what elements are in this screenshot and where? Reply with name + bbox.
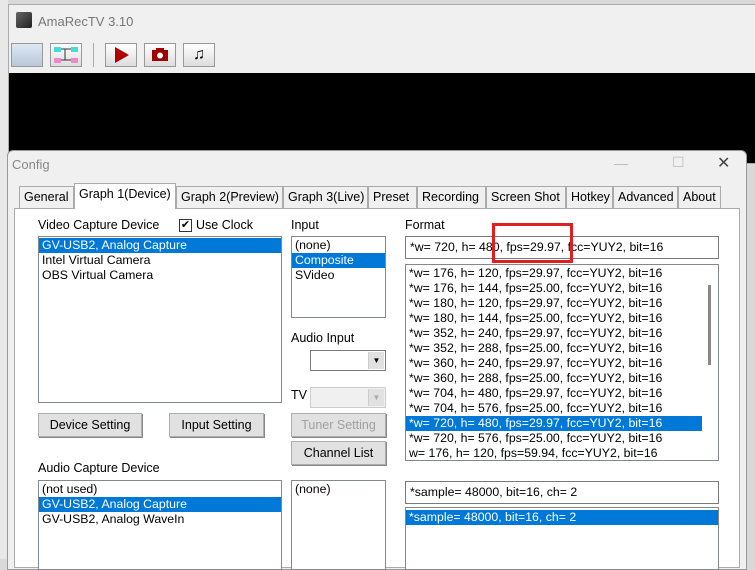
tab-hotkey[interactable]: Hotkey <box>566 186 613 208</box>
scrollbar-thumb[interactable] <box>708 285 711 365</box>
toolbar-separator <box>93 43 94 67</box>
config-window-button[interactable] <box>11 43 43 67</box>
play-button[interactable] <box>105 43 137 67</box>
tab-recording[interactable]: Recording <box>417 186 486 208</box>
audio-input-select[interactable]: ▼ <box>310 350 386 371</box>
format-list[interactable]: *w= 176, h= 120, fps=29.97, fcc=YUY2, bi… <box>405 264 719 461</box>
use-clock-checkbox[interactable]: ✔ <box>179 219 192 232</box>
tv-select[interactable]: ▼ <box>310 387 386 408</box>
audio-capture-label: Audio Capture Device <box>38 461 160 475</box>
channel-list-button[interactable]: Channel List <box>291 441 386 465</box>
format-item[interactable]: *w= 720, h= 576, fps=25.00, fcc=YUY2, bi… <box>406 431 702 446</box>
list-item[interactable]: *sample= 48000, bit=16, ch= 2 <box>406 510 718 525</box>
format-item[interactable]: *w= 176, h= 144, fps=25.00, fcc=YUY2, bi… <box>406 281 702 296</box>
window-title: AmaRecTV 3.10 <box>38 14 134 29</box>
list-item[interactable]: OBS Virtual Camera <box>39 268 281 283</box>
format-label: Format <box>405 218 445 232</box>
video-device-list[interactable]: GV-USB2, Analog Capture Intel Virtual Ca… <box>38 236 282 403</box>
input-setting-button[interactable]: Input Setting <box>169 413 264 437</box>
list-item[interactable]: GV-USB2, Analog WaveIn <box>39 512 281 527</box>
screenshot-button[interactable] <box>144 43 176 67</box>
graph-editor-button[interactable] <box>50 43 82 67</box>
audio-device-list[interactable]: (not used) GV-USB2, Analog Capture GV-US… <box>38 480 282 570</box>
format-item[interactable]: *w= 720, h= 480, fps=29.97, fcc=YUY2, bi… <box>406 416 702 431</box>
config-title: Config <box>12 157 50 172</box>
format-item[interactable]: *w= 180, h= 144, fps=25.00, fcc=YUY2, bi… <box>406 311 702 326</box>
music-note-icon: ♫ <box>193 46 205 63</box>
device-setting-button[interactable]: Device Setting <box>38 413 142 437</box>
tab-graph2-preview[interactable]: Graph 2(Preview) <box>176 186 283 208</box>
highlight-box <box>492 223 573 263</box>
audio-format-list[interactable]: *sample= 48000, bit=16, ch= 2 <box>405 507 719 570</box>
maximize-button[interactable]: ☐ <box>672 154 685 171</box>
list-item[interactable]: GV-USB2, Analog Capture <box>39 497 281 512</box>
audio-format-field[interactable]: *sample= 48000, bit=16, ch= 2 <box>405 481 719 504</box>
tab-screen-shot[interactable]: Screen Shot <box>486 186 566 208</box>
play-icon <box>115 47 129 63</box>
close-button[interactable]: ✕ <box>717 153 730 173</box>
camera-icon <box>152 48 168 61</box>
chevron-down-icon: ▼ <box>368 352 384 369</box>
format-item[interactable]: *w= 360, h= 288, fps=25.00, fcc=YUY2, bi… <box>406 371 702 386</box>
tv-label: TV <box>291 388 307 402</box>
list-item[interactable]: GV-USB2, Analog Capture <box>39 238 281 253</box>
audio-button[interactable]: ♫ <box>183 43 215 67</box>
minimize-button[interactable]: — <box>614 155 628 171</box>
audio-input-label: Audio Input <box>291 331 355 345</box>
main-window: AmaRecTV 3.10 ♫ <box>8 4 755 164</box>
tab-about[interactable]: About <box>678 186 721 208</box>
app-icon <box>16 12 32 28</box>
format-item[interactable]: *w= 704, h= 576, fps=25.00, fcc=YUY2, bi… <box>406 401 702 416</box>
format-item[interactable]: *w= 360, h= 240, fps=29.97, fcc=YUY2, bi… <box>406 356 702 371</box>
audio-input-list[interactable]: (none) <box>291 480 386 570</box>
input-label: Input <box>291 218 319 232</box>
list-item[interactable]: (none) <box>292 482 385 497</box>
format-item[interactable]: w= 176, h= 120, fps=59.94, fcc=YUY2, bit… <box>406 446 702 460</box>
tab-graph1-device[interactable]: Graph 1(Device) <box>74 183 176 209</box>
graph-icon <box>54 47 78 63</box>
format-item[interactable]: *w= 352, h= 288, fps=25.00, fcc=YUY2, bi… <box>406 341 702 356</box>
tab-general[interactable]: General <box>19 186 74 208</box>
format-item[interactable]: *w= 704, h= 480, fps=29.97, fcc=YUY2, bi… <box>406 386 702 401</box>
chevron-down-icon: ▼ <box>368 389 384 406</box>
format-item[interactable]: *w= 180, h= 120, fps=29.97, fcc=YUY2, bi… <box>406 296 702 311</box>
input-list[interactable]: (none) Composite SVideo <box>291 236 386 318</box>
list-item[interactable]: Composite <box>292 253 385 268</box>
format-item[interactable]: *w= 176, h= 120, fps=29.97, fcc=YUY2, bi… <box>406 266 702 281</box>
list-item[interactable]: SVideo <box>292 268 385 283</box>
format-item[interactable]: *w= 352, h= 240, fps=29.97, fcc=YUY2, bi… <box>406 326 702 341</box>
list-item[interactable]: (not used) <box>39 482 281 497</box>
list-item[interactable]: (none) <box>292 238 385 253</box>
scrollbar[interactable] <box>702 265 718 460</box>
list-item[interactable]: Intel Virtual Camera <box>39 253 281 268</box>
tuner-setting-button[interactable]: Tuner Setting <box>291 413 386 437</box>
tab-preset[interactable]: Preset <box>368 186 417 208</box>
use-clock-label: Use Clock <box>196 218 253 232</box>
tab-advanced[interactable]: Advanced <box>613 186 678 208</box>
video-capture-label: Video Capture Device <box>38 218 160 232</box>
tab-graph3-live[interactable]: Graph 3(Live) <box>283 186 368 208</box>
